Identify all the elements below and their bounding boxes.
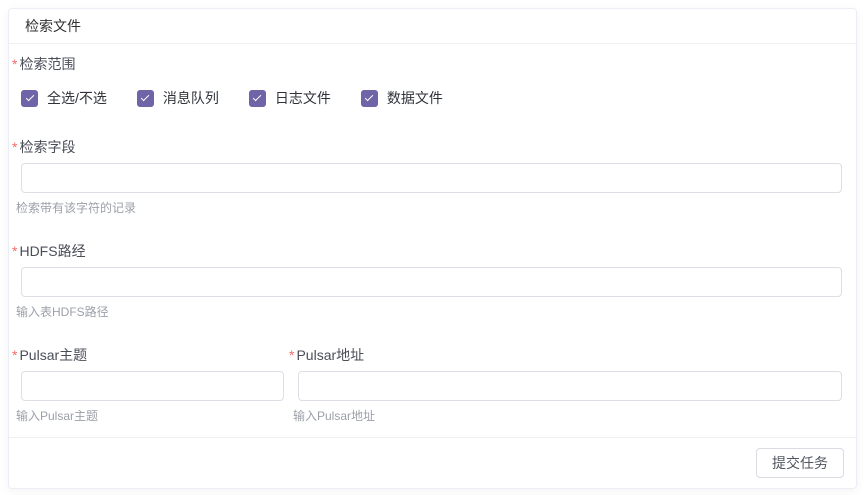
check-icon — [365, 93, 373, 101]
keyword-label-text: 检索字段 — [19, 139, 75, 155]
checkbox-label: 全选/不选 — [47, 88, 107, 108]
required-asterisk: * — [12, 139, 17, 155]
required-asterisk: * — [289, 347, 294, 363]
scope-field-label: * 检索范围 — [12, 56, 842, 72]
card-header: 检索文件 — [9, 9, 856, 44]
required-asterisk: * — [12, 56, 17, 72]
check-icon — [253, 93, 261, 101]
hdfs-label-text: HDFS路经 — [19, 243, 85, 259]
checkbox-label: 日志文件 — [275, 88, 331, 108]
pulsar-topic-label-text: Pulsar主题 — [19, 347, 87, 363]
submit-task-button[interactable]: 提交任务 — [756, 448, 844, 478]
pulsar-address-field: * Pulsar地址 输入Pulsar地址 — [298, 347, 842, 423]
checkbox-label: 数据文件 — [387, 88, 443, 108]
required-asterisk: * — [12, 347, 17, 363]
scope-label-text: 检索范围 — [19, 56, 75, 72]
card-title: 检索文件 — [25, 18, 81, 34]
checkbox-checked-icon — [21, 90, 38, 107]
checkbox-data-files[interactable]: 数据文件 — [361, 88, 443, 108]
hdfs-helper-text: 输入表HDFS路径 — [16, 305, 842, 319]
keyword-field-label: * 检索字段 — [12, 139, 842, 155]
checkbox-log-files[interactable]: 日志文件 — [249, 88, 331, 108]
pulsar-topic-input[interactable] — [21, 371, 284, 401]
check-icon — [141, 93, 149, 101]
checkbox-checked-icon — [249, 90, 266, 107]
pulsar-address-label-text: Pulsar地址 — [296, 347, 364, 363]
required-asterisk: * — [12, 243, 17, 259]
keyword-input[interactable] — [21, 163, 842, 193]
hdfs-field-label: * HDFS路经 — [12, 243, 842, 259]
pulsar-address-label: * Pulsar地址 — [289, 347, 842, 363]
checkbox-checked-icon — [137, 90, 154, 107]
search-files-card: 检索文件 * 检索范围 全选/不选 消息队列 日志文件 数据文件 — [8, 8, 857, 489]
checkbox-checked-icon — [361, 90, 378, 107]
checkbox-label: 消息队列 — [163, 88, 219, 108]
card-footer: 提交任务 — [9, 437, 856, 488]
pulsar-address-input[interactable] — [298, 371, 842, 401]
pulsar-row: * Pulsar主题 输入Pulsar主题 * Pulsar地址 输入Pulsa… — [21, 347, 842, 423]
checkbox-select-all[interactable]: 全选/不选 — [21, 88, 107, 108]
hdfs-path-input[interactable] — [21, 267, 842, 297]
keyword-helper-text: 检索带有该字符的记录 — [16, 201, 842, 215]
pulsar-topic-helper-text: 输入Pulsar主题 — [16, 409, 284, 423]
search-files-form: * 检索范围 全选/不选 消息队列 日志文件 数据文件 * 检索 — [9, 44, 856, 423]
check-icon — [25, 93, 33, 101]
pulsar-topic-label: * Pulsar主题 — [12, 347, 284, 363]
pulsar-address-helper-text: 输入Pulsar地址 — [293, 409, 842, 423]
checkbox-message-queue[interactable]: 消息队列 — [137, 88, 219, 108]
pulsar-topic-field: * Pulsar主题 输入Pulsar主题 — [21, 347, 284, 423]
scope-checkbox-group: 全选/不选 消息队列 日志文件 数据文件 — [21, 88, 842, 108]
